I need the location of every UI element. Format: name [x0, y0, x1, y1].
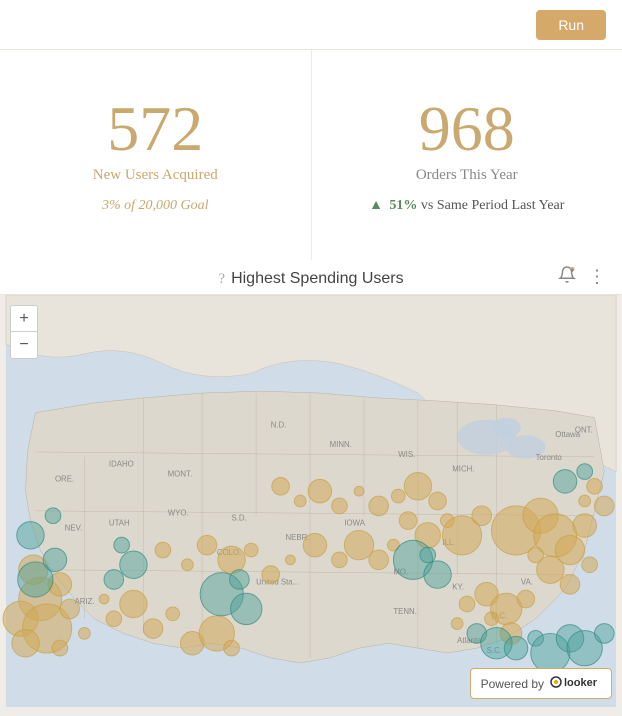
powered-by-text: Powered by — [481, 677, 544, 691]
map-title: Highest Spending Users — [231, 270, 404, 288]
help-icon[interactable]: ? — [218, 271, 225, 288]
map-actions: + ⋮ — [556, 264, 608, 291]
svg-text:VA.: VA. — [521, 577, 533, 586]
svg-text:N.D.: N.D. — [271, 420, 287, 429]
svg-text:MINN.: MINN. — [330, 440, 352, 449]
run-button[interactable]: Run — [536, 10, 606, 40]
svg-text:ORE.: ORE. — [55, 474, 74, 483]
svg-text:WYO.: WYO. — [168, 509, 189, 518]
zoom-out-button[interactable]: − — [11, 332, 37, 358]
new-users-sublabel: 3% of 20,000 Goal — [102, 198, 209, 214]
svg-text:MICH.: MICH. — [452, 465, 474, 474]
trend-pct: 51% — [389, 198, 417, 213]
svg-text:Toronto: Toronto — [536, 453, 563, 462]
new-users-number: 572 — [107, 97, 203, 161]
orders-card: 968 Orders This Year ▲ 51% vs Same Perio… — [312, 50, 622, 260]
svg-text:IOWA: IOWA — [344, 519, 365, 528]
orders-number: 968 — [419, 97, 515, 161]
new-users-label: New Users Acquired — [93, 167, 218, 184]
powered-by-badge: Powered by looker — [470, 668, 612, 699]
svg-text:WIS.: WIS. — [398, 450, 415, 459]
new-users-card: 572 New Users Acquired 3% of 20,000 Goal — [0, 50, 312, 260]
svg-text:NEV.: NEV. — [65, 523, 83, 532]
svg-text:+: + — [571, 268, 573, 272]
metrics-row: 572 New Users Acquired 3% of 20,000 Goal… — [0, 50, 622, 260]
zoom-in-button[interactable]: + — [11, 306, 37, 332]
zoom-controls: + − — [10, 305, 38, 359]
svg-text:ONT.: ONT. — [575, 425, 593, 434]
map-section: ? Highest Spending Users + ⋮ + − — [0, 260, 622, 716]
map-header: ? Highest Spending Users + ⋮ — [0, 260, 622, 295]
map-container: + − — [0, 295, 622, 707]
orders-label: Orders This Year — [416, 167, 518, 184]
more-button[interactable]: ⋮ — [586, 265, 608, 290]
map-svg: ORE. IDAHO MONT. N.D. MINN. WIS. MICH. O… — [0, 295, 622, 707]
alert-button[interactable]: + — [556, 264, 578, 291]
trend-text: vs Same Period Last Year — [421, 198, 565, 213]
svg-text:S.D.: S.D. — [232, 514, 247, 523]
orders-trend: ▲ 51% vs Same Period Last Year — [369, 198, 564, 214]
svg-text:UTAH: UTAH — [109, 519, 130, 528]
trend-up-icon: ▲ — [369, 198, 383, 213]
svg-text:KY.: KY. — [452, 582, 464, 591]
svg-text:IDAHO: IDAHO — [109, 460, 134, 469]
looker-logo: looker — [549, 674, 601, 693]
svg-text:MONT.: MONT. — [168, 469, 192, 478]
svg-text:TENN.: TENN. — [393, 607, 417, 616]
svg-text:looker: looker — [564, 677, 598, 689]
header-bar: Run — [0, 0, 622, 50]
